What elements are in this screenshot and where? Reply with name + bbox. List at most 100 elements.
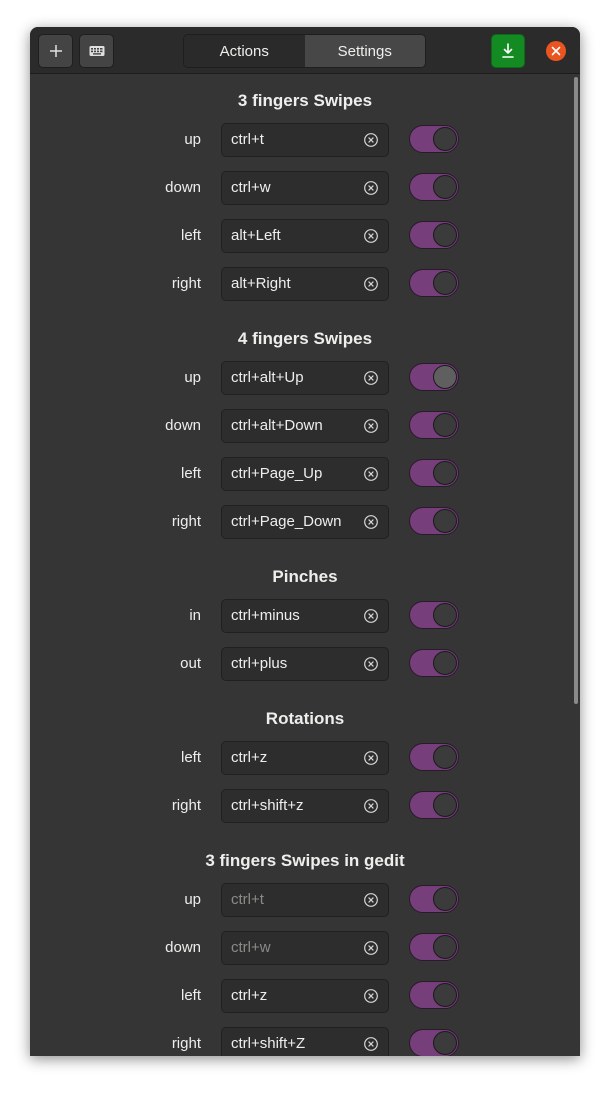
clear-icon[interactable] bbox=[363, 228, 379, 244]
shortcut-value: ctrl+minus bbox=[231, 607, 300, 624]
clear-icon[interactable] bbox=[363, 370, 379, 386]
gesture-row: left ctrl+z bbox=[30, 741, 580, 775]
shortcut-value: ctrl+alt+Up bbox=[231, 369, 304, 386]
enable-switch[interactable] bbox=[409, 269, 459, 297]
shortcut-input[interactable]: ctrl+w bbox=[221, 171, 389, 205]
gesture-row: up ctrl+alt+Up bbox=[30, 361, 580, 395]
shortcut-value: ctrl+shift+Z bbox=[231, 1035, 306, 1052]
enable-switch[interactable] bbox=[409, 791, 459, 819]
enable-switch[interactable] bbox=[409, 507, 459, 535]
gesture-row: left ctrl+Page_Up bbox=[30, 457, 580, 491]
clear-icon[interactable] bbox=[363, 180, 379, 196]
gesture-row: out ctrl+plus bbox=[30, 647, 580, 681]
enable-switch[interactable] bbox=[409, 1029, 459, 1056]
gesture-list: 3 fingers Swipes up ctrl+t down ctrl+w l… bbox=[30, 75, 580, 1056]
enable-switch[interactable] bbox=[409, 981, 459, 1009]
shortcut-input[interactable]: ctrl+alt+Up bbox=[221, 361, 389, 395]
shortcut-input[interactable]: ctrl+shift+z bbox=[221, 789, 389, 823]
enable-switch[interactable] bbox=[409, 933, 459, 961]
gesture-label: in bbox=[189, 607, 201, 624]
gesture-label: left bbox=[180, 987, 201, 1004]
gesture-label: right bbox=[171, 275, 201, 292]
clear-icon[interactable] bbox=[363, 132, 379, 148]
shortcut-value: ctrl+w bbox=[231, 179, 271, 196]
switch-knob bbox=[433, 365, 457, 389]
shortcut-input[interactable]: ctrl+w bbox=[221, 931, 389, 965]
view-switcher: Actions Settings bbox=[183, 34, 426, 68]
switch-knob bbox=[433, 887, 457, 911]
gesture-row: right alt+Right bbox=[30, 267, 580, 301]
gesture-label: up bbox=[184, 131, 201, 148]
shortcut-input[interactable]: ctrl+t bbox=[221, 123, 389, 157]
tab-actions[interactable]: Actions bbox=[184, 35, 305, 67]
plus-icon bbox=[49, 45, 62, 57]
clear-icon[interactable] bbox=[363, 608, 379, 624]
shortcut-value: ctrl+z bbox=[231, 987, 268, 1004]
gesture-label: down bbox=[165, 939, 201, 956]
shortcut-input[interactable]: ctrl+shift+Z bbox=[221, 1027, 389, 1056]
enable-switch[interactable] bbox=[409, 221, 459, 249]
shortcut-placeholder: ctrl+t bbox=[231, 891, 264, 908]
gesture-label: left bbox=[180, 227, 201, 244]
clear-icon[interactable] bbox=[363, 418, 379, 434]
gesture-label: out bbox=[180, 655, 201, 672]
enable-switch[interactable] bbox=[409, 125, 459, 153]
clear-icon[interactable] bbox=[363, 892, 379, 908]
enable-switch[interactable] bbox=[409, 743, 459, 771]
clear-icon[interactable] bbox=[363, 466, 379, 482]
gesture-label: up bbox=[184, 369, 201, 386]
switch-knob bbox=[433, 1031, 457, 1055]
add-button[interactable] bbox=[38, 34, 73, 68]
gesture-row: down ctrl+alt+Down bbox=[30, 409, 580, 443]
clear-icon[interactable] bbox=[363, 940, 379, 956]
switch-knob bbox=[433, 127, 457, 151]
switch-knob bbox=[433, 935, 457, 959]
switch-knob bbox=[433, 651, 457, 675]
shortcut-value: ctrl+z bbox=[231, 749, 268, 766]
save-button[interactable] bbox=[491, 34, 525, 68]
enable-switch[interactable] bbox=[409, 173, 459, 201]
clear-icon[interactable] bbox=[363, 988, 379, 1004]
shortcut-input[interactable]: ctrl+Page_Down bbox=[221, 505, 389, 539]
gesture-row: in ctrl+minus bbox=[30, 599, 580, 633]
keyboard-button[interactable] bbox=[79, 34, 114, 68]
shortcut-input[interactable]: ctrl+z bbox=[221, 979, 389, 1013]
enable-switch[interactable] bbox=[409, 459, 459, 487]
shortcut-input[interactable]: alt+Left bbox=[221, 219, 389, 253]
shortcut-value: ctrl+alt+Down bbox=[231, 417, 323, 434]
switch-knob bbox=[433, 509, 457, 533]
enable-switch[interactable] bbox=[409, 885, 459, 913]
keyboard-icon bbox=[89, 46, 104, 56]
shortcut-input[interactable]: alt+Right bbox=[221, 267, 389, 301]
enable-switch[interactable] bbox=[409, 363, 459, 391]
shortcut-input[interactable]: ctrl+z bbox=[221, 741, 389, 775]
clear-icon[interactable] bbox=[363, 656, 379, 672]
shortcut-value: ctrl+shift+z bbox=[231, 797, 304, 814]
gesture-row: up ctrl+t bbox=[30, 123, 580, 157]
shortcut-input[interactable]: ctrl+t bbox=[221, 883, 389, 917]
clear-icon[interactable] bbox=[363, 276, 379, 292]
clear-icon[interactable] bbox=[363, 1036, 379, 1052]
clear-icon[interactable] bbox=[363, 750, 379, 766]
clear-icon[interactable] bbox=[363, 514, 379, 530]
gesture-row: left alt+Left bbox=[30, 219, 580, 253]
shortcut-input[interactable]: ctrl+plus bbox=[221, 647, 389, 681]
enable-switch[interactable] bbox=[409, 601, 459, 629]
shortcut-input[interactable]: ctrl+minus bbox=[221, 599, 389, 633]
gesture-row: down ctrl+w bbox=[30, 171, 580, 205]
gesture-label: left bbox=[180, 749, 201, 766]
switch-knob bbox=[433, 413, 457, 437]
clear-icon[interactable] bbox=[363, 798, 379, 814]
enable-switch[interactable] bbox=[409, 649, 459, 677]
close-icon bbox=[551, 46, 561, 56]
gesture-row: right ctrl+Page_Down bbox=[30, 505, 580, 539]
shortcut-value: ctrl+plus bbox=[231, 655, 288, 672]
switch-knob bbox=[433, 603, 457, 627]
shortcut-input[interactable]: ctrl+alt+Down bbox=[221, 409, 389, 443]
vertical-scrollbar[interactable] bbox=[574, 77, 578, 704]
enable-switch[interactable] bbox=[409, 411, 459, 439]
shortcut-input[interactable]: ctrl+Page_Up bbox=[221, 457, 389, 491]
close-button[interactable] bbox=[546, 41, 566, 61]
gesture-row: right ctrl+shift+Z bbox=[30, 1027, 580, 1056]
tab-settings[interactable]: Settings bbox=[304, 35, 425, 67]
